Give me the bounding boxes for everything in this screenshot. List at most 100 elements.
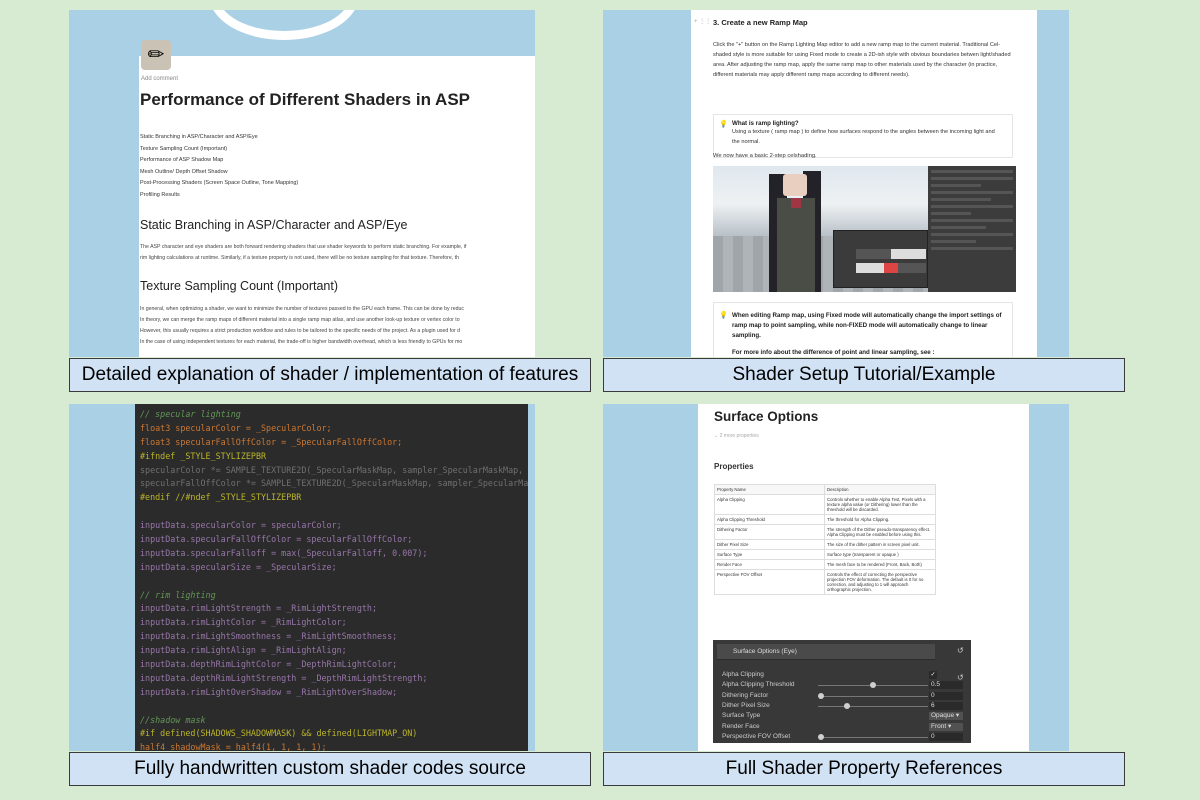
doc-preview-panel: ✏ Add comment Performance of Different S… xyxy=(69,10,535,357)
tutorial-preview-panel: + ⋮⋮ 3. Create a new Ramp Map Click the … xyxy=(603,10,1069,357)
dropdown[interactable]: Opaque ▾ xyxy=(929,712,963,721)
section-paragraph: In general, when optimizing a shader, we… xyxy=(140,304,535,348)
description-cell: The mesh face to be rendered (Front, Bac… xyxy=(824,559,936,570)
value-field[interactable]: 0 xyxy=(929,691,963,700)
slider-knob[interactable] xyxy=(818,692,824,699)
slider-knob[interactable] xyxy=(870,682,876,689)
table-header: Description xyxy=(824,484,936,495)
property-name-cell: Render Face xyxy=(714,559,825,570)
decorative-circle xyxy=(209,10,359,40)
callout-more: For more info about the difference of po… xyxy=(732,349,935,356)
table-row: Alpha Clipping Controls whether to enable… xyxy=(714,494,936,515)
slider-track[interactable] xyxy=(818,695,928,697)
description-cell: Controls whether to enable Alpha Test, P… xyxy=(824,494,936,515)
unity-inspector: Surface Options (Eye) ↺ ↺ ↺ Alpha Clippi… xyxy=(713,640,971,743)
code-preview-panel: // specular lighting float3 specularColor… xyxy=(69,404,535,751)
table-row: Alpha Clipping Threshold The threshold fo… xyxy=(714,514,936,525)
inspector-label: Perspective FOV Offset xyxy=(722,732,791,740)
properties-table: Property Name Description Alpha Clipping… xyxy=(714,484,936,595)
inspector-header[interactable]: Surface Options (Eye) xyxy=(717,644,935,660)
paragraph-line: In the case of using independent texture… xyxy=(140,339,463,345)
table-row: Dithering Factor The strength of the Dith… xyxy=(714,524,936,540)
table-row: Render Face The mesh face to be rendered … xyxy=(714,559,936,570)
callout-body: Using a texture ( ramp map ) to define h… xyxy=(732,129,995,145)
value-field[interactable]: 0 xyxy=(929,732,963,741)
code-line: half4 shadowMask = half4(1, 1, 1, 1); xyxy=(140,742,327,751)
property-name-cell: Surface Type xyxy=(714,549,825,560)
inspector-row: Alpha Clipping Threshold 0.5 xyxy=(722,680,963,690)
document-page: Surface Options ⌄ 2 more properties Prop… xyxy=(698,404,1029,751)
drag-handle-icon[interactable]: + ⋮⋮ xyxy=(694,18,711,25)
more-properties-toggle[interactable]: ⌄ 2 more properties xyxy=(714,433,759,439)
paragraph-line: In theory, we can merge the ramp maps of… xyxy=(140,317,460,323)
table-row: Perspective FOV Offset Controls the effec… xyxy=(714,569,936,595)
note-text: We now have a basic 2-step celshading. xyxy=(713,153,817,159)
paragraph-line: rim lighting calculations at runtime. Si… xyxy=(140,255,459,261)
toc-item[interactable]: Texture Sampling Count (Important) xyxy=(140,144,298,156)
lightbulb-icon: 💡 xyxy=(719,121,728,128)
toc-item[interactable]: Static Branching in ASP/Character and AS… xyxy=(140,132,298,144)
code-line: inputData.specularFallOffColor = specula… xyxy=(140,534,413,545)
ramp-editor-window xyxy=(833,230,928,288)
code-line: inputData.rimLightStrength = _RimLightSt… xyxy=(140,603,377,614)
toc-item[interactable]: Performance of ASP Shadow Map xyxy=(140,155,298,167)
property-name-cell: Perspective FOV Offset xyxy=(714,569,825,595)
more-properties-label: 2 more properties xyxy=(719,433,759,439)
caption-label: Detailed explanation of shader / impleme… xyxy=(69,358,591,392)
code-line: float3 specularFallOffColor = _SpecularF… xyxy=(140,436,403,447)
code-line: inputData.specularSize = _SpecularSize; xyxy=(140,561,337,572)
property-reference-panel: Surface Options ⌄ 2 more properties Prop… xyxy=(603,404,1069,751)
callout-title: What is ramp lighting? xyxy=(732,120,799,127)
inspector-label: Alpha Clipping xyxy=(722,671,764,678)
inspector-row: Surface Type Opaque ▾ xyxy=(722,711,963,721)
slider-track[interactable] xyxy=(818,705,928,707)
inspector-row: Dithering Factor 0 xyxy=(722,691,963,701)
slider-track[interactable] xyxy=(818,736,928,738)
description-cell: Controls the effect of correcting the pe… xyxy=(824,569,936,595)
inspector-row: Alpha Clipping ✓ xyxy=(722,670,962,680)
section-heading: Properties xyxy=(714,462,754,471)
reset-icon[interactable]: ↺ xyxy=(957,646,964,655)
lightbulb-icon: 💡 xyxy=(719,312,728,319)
document-page: + ⋮⋮ 3. Create a new Ramp Map Click the … xyxy=(691,10,1037,357)
property-name-cell: Alpha Clipping Threshold xyxy=(714,514,825,525)
code-line: inputData.specularFalloff = max(_Specula… xyxy=(140,547,428,558)
ramp-gradient[interactable] xyxy=(856,263,926,273)
caption-label: Fully handwritten custom shader codes so… xyxy=(69,752,591,786)
pencil-icon: ✏ xyxy=(141,40,171,70)
property-name-cell: Alpha Clipping xyxy=(714,494,825,515)
code-line: //shadow mask xyxy=(140,714,206,725)
checkbox[interactable]: ✓ xyxy=(929,671,937,679)
caption-label: Shader Setup Tutorial/Example xyxy=(603,358,1125,392)
code-line: specularFallOffColor *= SAMPLE_TEXTURE2D… xyxy=(140,478,528,489)
info-callout: 💡 When editing Ramp map, using Fixed mod… xyxy=(713,302,1013,357)
value-field[interactable]: 0.5 xyxy=(929,681,963,690)
code-line: inputData.rimLightAlign = _RimLightAlign… xyxy=(140,645,347,656)
toc-item[interactable]: Profiling Results xyxy=(140,190,298,202)
dropdown[interactable]: Front ▾ xyxy=(929,722,963,731)
code-line: #endif //#ndef _STYLE_STYLIZEPBR xyxy=(140,492,302,503)
toc-item[interactable]: Post-Processing Shaders (Screen Space Ou… xyxy=(140,178,298,190)
code-line: inputData.rimLightColor = _RimLightColor… xyxy=(140,617,347,628)
paragraph-line: In general, when optimizing a shader, we… xyxy=(140,306,465,312)
property-name-cell: Dither Pixel Size xyxy=(714,539,825,550)
add-comment-link[interactable]: Add comment xyxy=(141,76,178,82)
table-header: Property Name xyxy=(714,484,825,495)
slider-knob[interactable] xyxy=(818,733,824,740)
slider-knob[interactable] xyxy=(844,702,850,709)
section-heading: 3. Create a new Ramp Map xyxy=(713,18,808,27)
caption-label: Full Shader Property References xyxy=(603,752,1125,786)
intro-paragraph: Click the "+" button on the Ramp Lightin… xyxy=(713,42,1011,78)
value-field[interactable]: 6 xyxy=(929,701,963,710)
section-heading: Texture Sampling Count (Important) xyxy=(140,279,339,293)
code-editor[interactable]: // specular lighting float3 specularColor… xyxy=(135,404,528,751)
inspector-row: Perspective FOV Offset 0 xyxy=(722,732,963,742)
inspector-label: Alpha Clipping Threshold xyxy=(722,681,795,689)
ramp-gradient[interactable] xyxy=(856,249,926,259)
toc-item[interactable]: Mesh Outline/ Depth Offset Shadow xyxy=(140,167,298,179)
code-line: inputData.depthRimLightColor = _DepthRim… xyxy=(140,659,398,670)
code-line: // rim lighting xyxy=(140,589,216,600)
